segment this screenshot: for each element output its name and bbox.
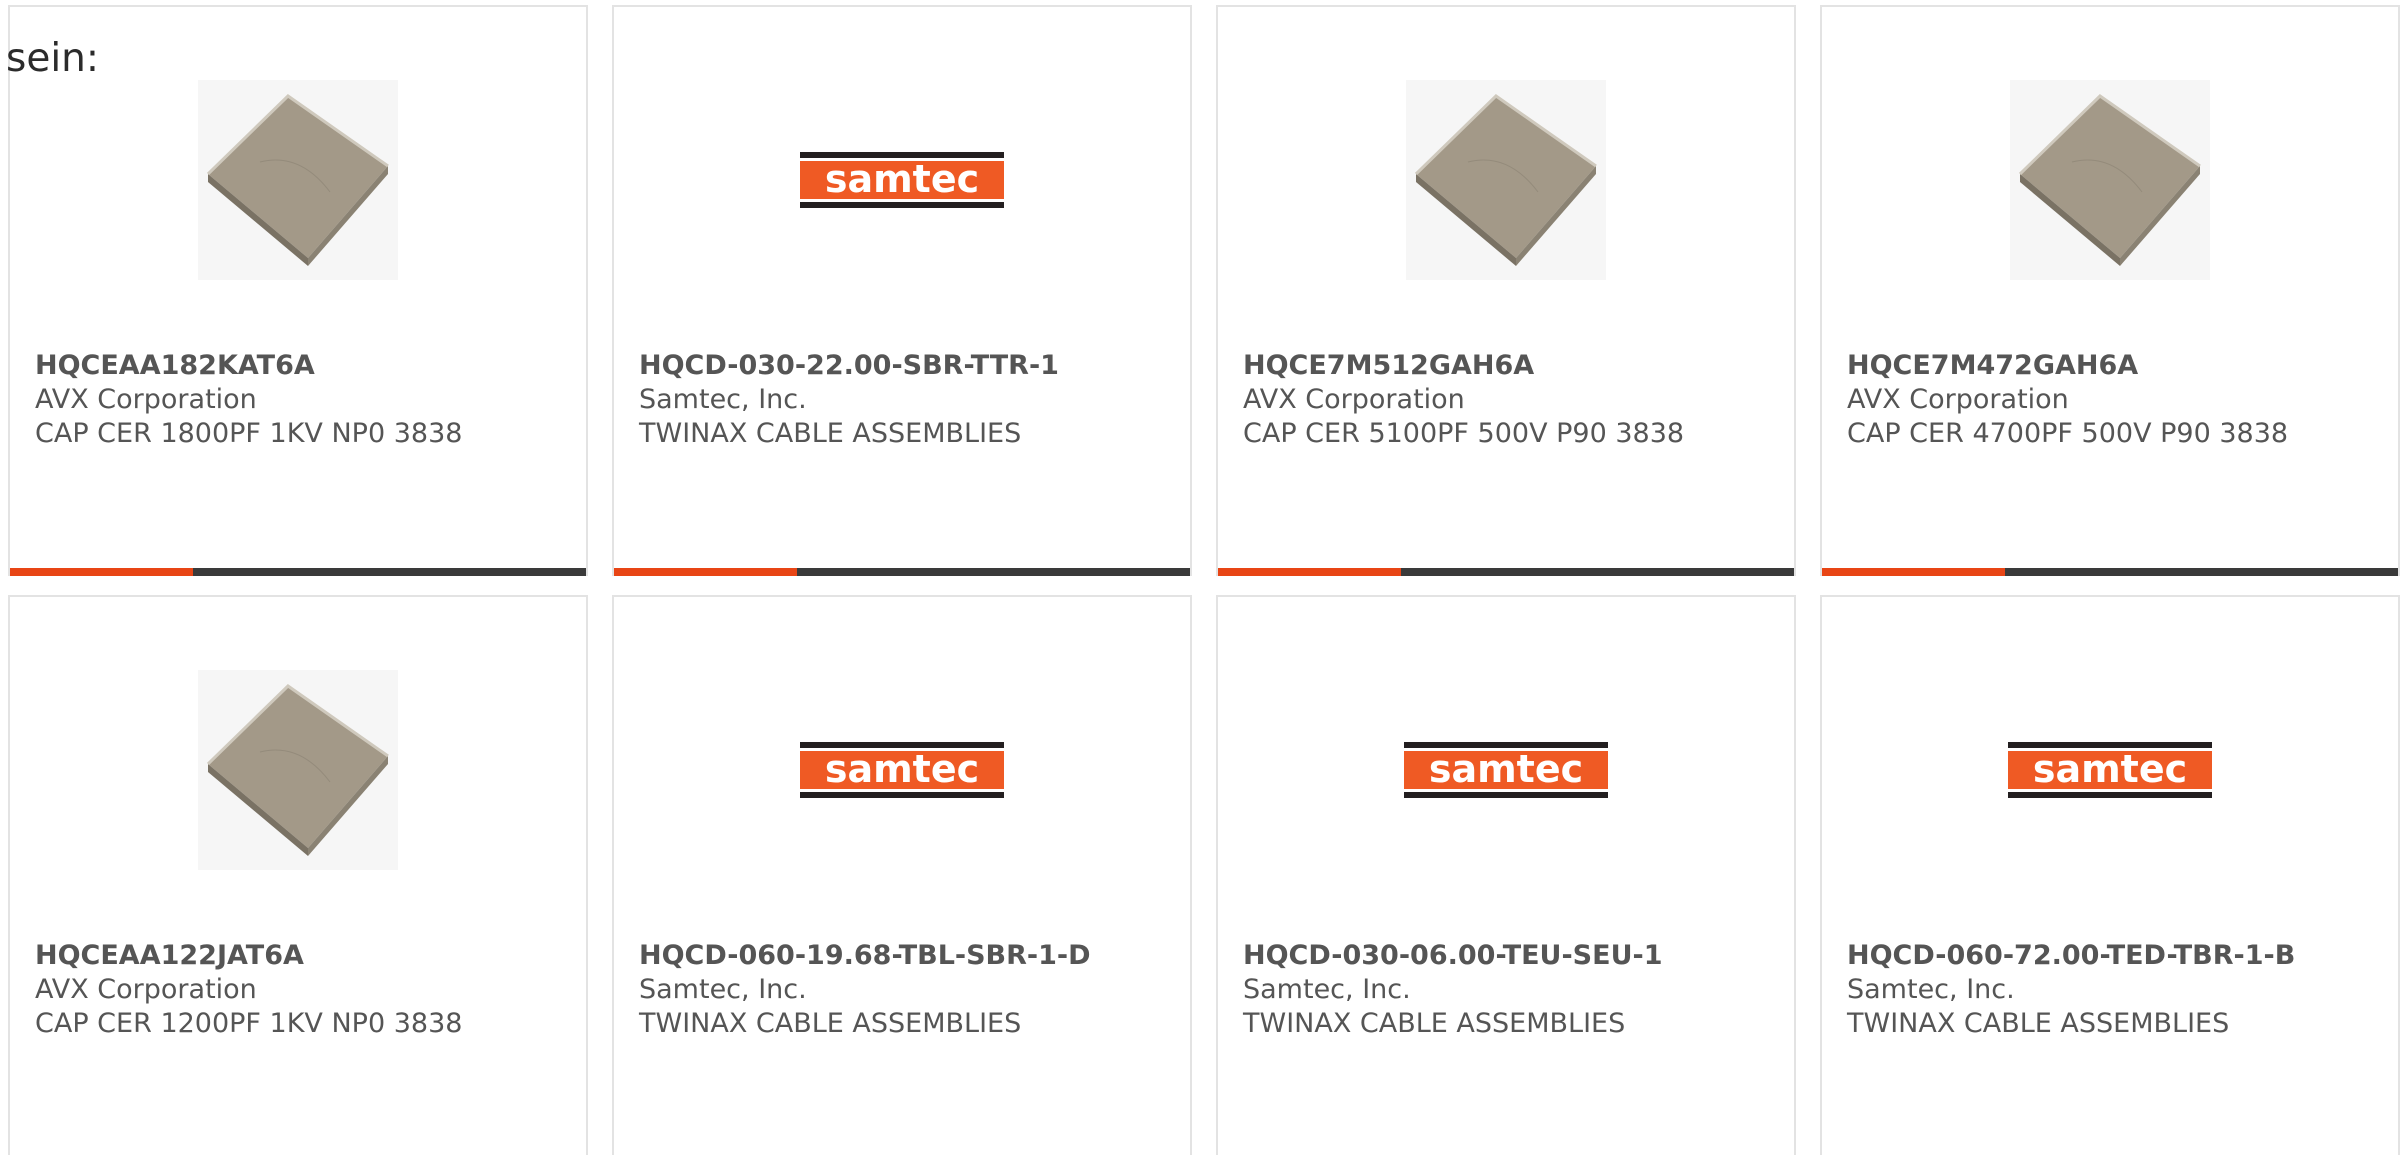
manufacturer: AVX Corporation: [1847, 384, 2069, 415]
product-card[interactable]: samtec HQCD-060-72.00-TED-TBR-1-B Samtec…: [1820, 595, 2400, 1155]
samtec-logo-text: samtec: [2033, 747, 2187, 791]
product-description: CAP CER 4700PF 500V P90 3838: [1847, 418, 2289, 449]
samtec-logo: samtec: [800, 152, 1004, 208]
card-accent-bar: [10, 568, 193, 576]
samtec-logo: samtec: [2008, 742, 2212, 798]
manufacturer: Samtec, Inc.: [1243, 974, 1411, 1005]
product-card[interactable]: samtec HQCD-030-06.00-TEU-SEU-1 Samtec, …: [1216, 595, 1796, 1155]
product-image[interactable]: samtec: [1822, 665, 2398, 875]
product-description: TWINAX CABLE ASSEMBLIES: [639, 418, 1022, 449]
samtec-logo-text: samtec: [825, 157, 979, 201]
product-description: CAP CER 1200PF 1KV NP0 3838: [35, 1008, 463, 1039]
card-accent-bar: [1822, 568, 2005, 576]
product-description: TWINAX CABLE ASSEMBLIES: [1847, 1008, 2230, 1039]
card-bottom-bar: [10, 568, 586, 576]
part-number-link[interactable]: HQCEAA182KAT6A: [35, 349, 576, 383]
product-card[interactable]: HQCEAA182KAT6A AVX Corporation CAP CER 1…: [8, 5, 588, 576]
capacitor-chip-image: [198, 80, 398, 280]
capacitor-chip-image: [198, 670, 398, 870]
part-number-link[interactable]: HQCD-030-06.00-TEU-SEU-1: [1243, 939, 1784, 973]
product-image[interactable]: samtec: [1218, 665, 1794, 875]
product-card[interactable]: HQCEAA122JAT6A AVX Corporation CAP CER 1…: [8, 595, 588, 1155]
card-accent-bar: [614, 568, 797, 576]
card-bottom-bar: [1218, 568, 1794, 576]
part-number-link[interactable]: HQCEAA122JAT6A: [35, 939, 576, 973]
product-image[interactable]: samtec: [614, 665, 1190, 875]
product-description: TWINAX CABLE ASSEMBLIES: [639, 1008, 1022, 1039]
product-card[interactable]: HQCE7M512GAH6A AVX Corporation CAP CER 5…: [1216, 5, 1796, 576]
product-description: TWINAX CABLE ASSEMBLIES: [1243, 1008, 1626, 1039]
product-image[interactable]: [10, 665, 586, 875]
manufacturer: Samtec, Inc.: [639, 974, 807, 1005]
product-image[interactable]: samtec: [614, 75, 1190, 285]
product-description: CAP CER 1800PF 1KV NP0 3838: [35, 418, 463, 449]
part-number-link[interactable]: HQCD-060-19.68-TBL-SBR-1-D: [639, 939, 1180, 973]
part-number-link[interactable]: HQCE7M472GAH6A: [1847, 349, 2388, 383]
card-bottom-bar: [614, 568, 1190, 576]
manufacturer: Samtec, Inc.: [639, 384, 807, 415]
capacitor-chip-image: [1406, 80, 1606, 280]
part-number-link[interactable]: HQCD-060-72.00-TED-TBR-1-B: [1847, 939, 2388, 973]
samtec-logo-text: samtec: [825, 747, 979, 791]
manufacturer: AVX Corporation: [1243, 384, 1465, 415]
product-image[interactable]: [1218, 75, 1794, 285]
part-number-link[interactable]: HQCE7M512GAH6A: [1243, 349, 1784, 383]
product-image[interactable]: [10, 75, 586, 285]
manufacturer: Samtec, Inc.: [1847, 974, 2015, 1005]
product-image[interactable]: [1822, 75, 2398, 285]
manufacturer: AVX Corporation: [35, 974, 257, 1005]
product-description: CAP CER 5100PF 500V P90 3838: [1243, 418, 1685, 449]
samtec-logo: samtec: [800, 742, 1004, 798]
card-bottom-bar: [1822, 568, 2398, 576]
intro-text: sein:: [6, 36, 100, 81]
card-accent-bar: [1218, 568, 1401, 576]
product-card[interactable]: samtec HQCD-060-19.68-TBL-SBR-1-D Samtec…: [612, 595, 1192, 1155]
capacitor-chip-image: [2010, 80, 2210, 280]
samtec-logo-text: samtec: [1429, 747, 1583, 791]
manufacturer: AVX Corporation: [35, 384, 257, 415]
part-number-link[interactable]: HQCD-030-22.00-SBR-TTR-1: [639, 349, 1180, 383]
product-card[interactable]: samtec HQCD-030-22.00-SBR-TTR-1 Samtec, …: [612, 5, 1192, 576]
samtec-logo: samtec: [1404, 742, 1608, 798]
product-card[interactable]: HQCE7M472GAH6A AVX Corporation CAP CER 4…: [1820, 5, 2400, 576]
